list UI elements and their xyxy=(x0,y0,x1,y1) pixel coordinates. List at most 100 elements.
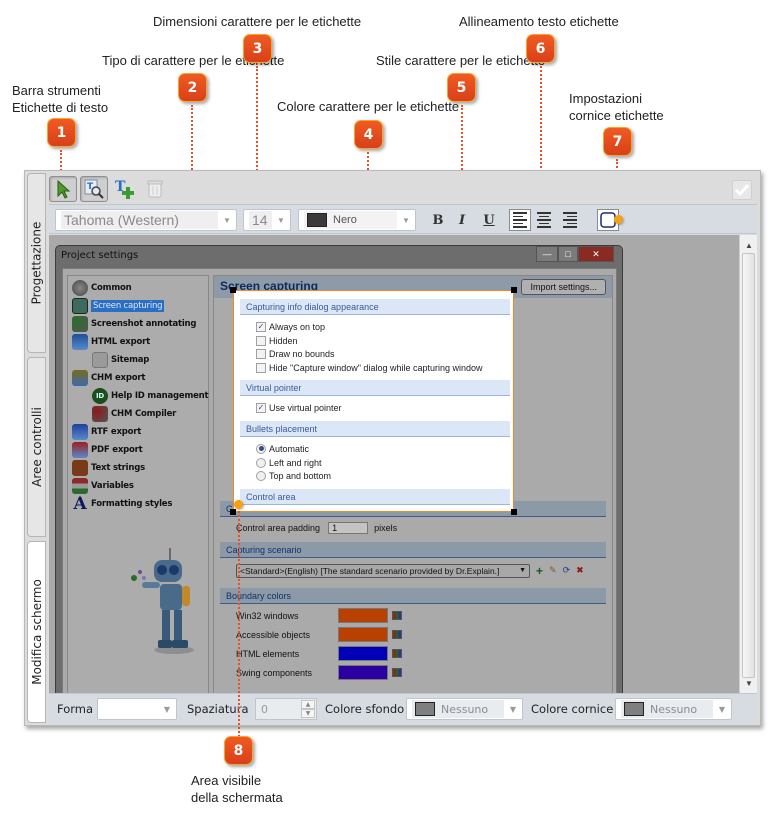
tree-item: CHM Compiler xyxy=(92,406,176,422)
palette-icon xyxy=(392,611,402,620)
screenshot-canvas[interactable]: Project settings — □ ✕ Common Screen cap… xyxy=(49,235,739,693)
boundary-color-row: Swing components xyxy=(236,665,402,680)
background-color-select[interactable]: Nessuno ▼ xyxy=(406,698,523,720)
confirm-button[interactable] xyxy=(732,180,752,200)
spacing-stepper[interactable]: 0 ▲ ▼ xyxy=(255,698,317,720)
palette-icon xyxy=(392,649,402,658)
background-color-label: Colore sfondo xyxy=(325,702,405,716)
section-capturing-scenario: Capturing scenario xyxy=(220,542,606,558)
radio-label: Top and bottom xyxy=(269,470,332,481)
spin-up-icon[interactable]: ▲ xyxy=(301,700,315,709)
gear-icon xyxy=(72,280,88,296)
section-bullets-placement: Bullets placement xyxy=(240,421,510,437)
callout-1-line1: Barra strumenti xyxy=(12,83,101,98)
callout-3-label: Dimensioni carattere per le etichette xyxy=(153,14,362,29)
close-icon: ✕ xyxy=(578,246,614,262)
tree-item-label: HTML export xyxy=(91,337,150,347)
zoom-text-icon: T xyxy=(84,179,104,199)
shape-select[interactable]: ▼ xyxy=(97,698,177,720)
tree-item-label: CHM export xyxy=(91,373,146,383)
font-family-value: Tahoma (Western) xyxy=(61,211,218,229)
control-padding-unit: pixels xyxy=(374,522,398,533)
frame-settings-bar: Forma ▼ Spaziatura 0 ▲ ▼ Colore sfondo Ne… xyxy=(49,693,757,723)
tree-item: Screen capturing xyxy=(72,298,165,314)
tree-item: A Formatting styles xyxy=(72,496,173,513)
align-right-icon xyxy=(563,212,577,228)
font-size-select[interactable]: 14 ▼ xyxy=(243,209,291,231)
pdf-export-icon xyxy=(72,442,88,458)
edit-icon: ✎ xyxy=(549,565,557,575)
chm-export-icon xyxy=(72,370,88,386)
side-tab-label: Modifica schermo xyxy=(29,579,44,685)
callout-7-line2: cornice etichette xyxy=(569,108,664,123)
italic-button[interactable]: I xyxy=(451,209,473,231)
screen-editor-window: Progettazione Aree controlli Modifica sc… xyxy=(24,170,761,726)
side-tab-aree-controlli[interactable]: Aree controlli xyxy=(27,357,46,537)
resize-handle-bottom-left[interactable] xyxy=(230,509,236,515)
checkbox-label: Hidden xyxy=(269,335,298,346)
boundary-label: Swing components xyxy=(236,667,313,678)
chevron-down-icon: ▼ xyxy=(519,567,526,574)
callout-6-label: Allineamento testo etichette xyxy=(459,14,619,29)
side-tab-strip: Progettazione Aree controlli Modifica sc… xyxy=(27,173,46,723)
chevron-down-icon: ▼ xyxy=(223,215,231,225)
maximize-icon: □ xyxy=(558,246,578,262)
radio-label: Left and right xyxy=(269,457,322,468)
radio-unselected xyxy=(256,457,266,468)
align-left-button[interactable] xyxy=(509,209,531,231)
tree-item-label: CHM Compiler xyxy=(111,409,177,419)
boundary-color-row: Win32 windows xyxy=(236,608,402,623)
callout-1-line2: Etichette di testo xyxy=(12,100,109,115)
add-text-icon: T xyxy=(115,179,134,199)
tree-item-label: Text strings xyxy=(91,463,145,473)
tree-item: HTML export xyxy=(72,334,150,350)
tree-item: PDF export xyxy=(72,442,143,458)
select-tool-button[interactable] xyxy=(49,176,77,202)
callout-1-label: Barra strumenti Etichette di testo xyxy=(12,82,108,116)
import-settings-button: Import settings... xyxy=(521,279,606,295)
radio-label: Automatic xyxy=(269,443,310,454)
add-text-label-button[interactable]: T xyxy=(111,176,139,202)
window-title: Project settings xyxy=(61,250,139,261)
bold-button[interactable]: B xyxy=(427,209,449,231)
callout-badge-1: 1 xyxy=(47,118,76,147)
text-labels-toolbar: T T xyxy=(49,174,757,204)
tree-item-label: Screenshot annotating xyxy=(91,319,197,329)
font-family-select[interactable]: Tahoma (Western) ▼ xyxy=(55,209,237,231)
scroll-up-icon[interactable]: ▲ xyxy=(740,237,758,253)
resize-handle-top-left[interactable] xyxy=(230,287,236,293)
section-boundary-colors: Boundary colors xyxy=(220,588,606,604)
control-padding-row: Control area padding 1 pixels xyxy=(236,521,397,534)
callout-5-label: Stile carattere per le etichette xyxy=(376,53,546,68)
visible-area-frame[interactable]: Capturing info dialog appearance ✓ Always… xyxy=(233,290,514,512)
spacing-value: 0 xyxy=(261,702,268,716)
font-color-select[interactable]: Nero ▼ xyxy=(298,209,416,231)
control-padding-label: Control area padding xyxy=(236,522,321,533)
checkbox-row: Hide "Capture window" dialog while captu… xyxy=(256,361,483,374)
align-center-button[interactable] xyxy=(533,209,555,231)
resize-handle-bottom-right[interactable] xyxy=(511,509,517,515)
side-tab-modifica-schermo[interactable]: Modifica schermo xyxy=(27,541,46,723)
tree-item: Text strings xyxy=(72,460,145,476)
tree-item-label: Help ID management xyxy=(111,391,209,401)
side-tab-progettazione[interactable]: Progettazione xyxy=(27,173,46,353)
underline-button[interactable]: U xyxy=(478,209,500,231)
scroll-down-icon[interactable]: ▼ xyxy=(740,675,758,691)
resize-handle-top-right[interactable] xyxy=(511,287,517,293)
section-control-area-visible: Control area xyxy=(240,489,510,505)
callout-badge-4: 4 xyxy=(354,120,383,149)
delete-label-button[interactable] xyxy=(141,176,169,202)
screen-capture-icon xyxy=(72,298,88,314)
zoom-text-tool-button[interactable]: T xyxy=(80,176,108,202)
callout-badge-3: 3 xyxy=(243,34,272,63)
frame-color-select[interactable]: Nessuno ▼ xyxy=(615,698,732,720)
frame-color-swatch xyxy=(624,702,644,716)
align-right-button[interactable] xyxy=(559,209,581,231)
settings-tree: Common Screen capturing Screenshot annot… xyxy=(67,275,209,693)
chm-compiler-icon xyxy=(92,406,108,422)
radio-unselected xyxy=(256,470,266,481)
scrollbar-thumb[interactable] xyxy=(742,253,755,678)
checkbox-label: Use virtual pointer xyxy=(269,402,342,413)
vertical-scrollbar[interactable]: ▲ ▼ xyxy=(739,235,757,693)
spin-down-icon[interactable]: ▼ xyxy=(301,709,315,718)
